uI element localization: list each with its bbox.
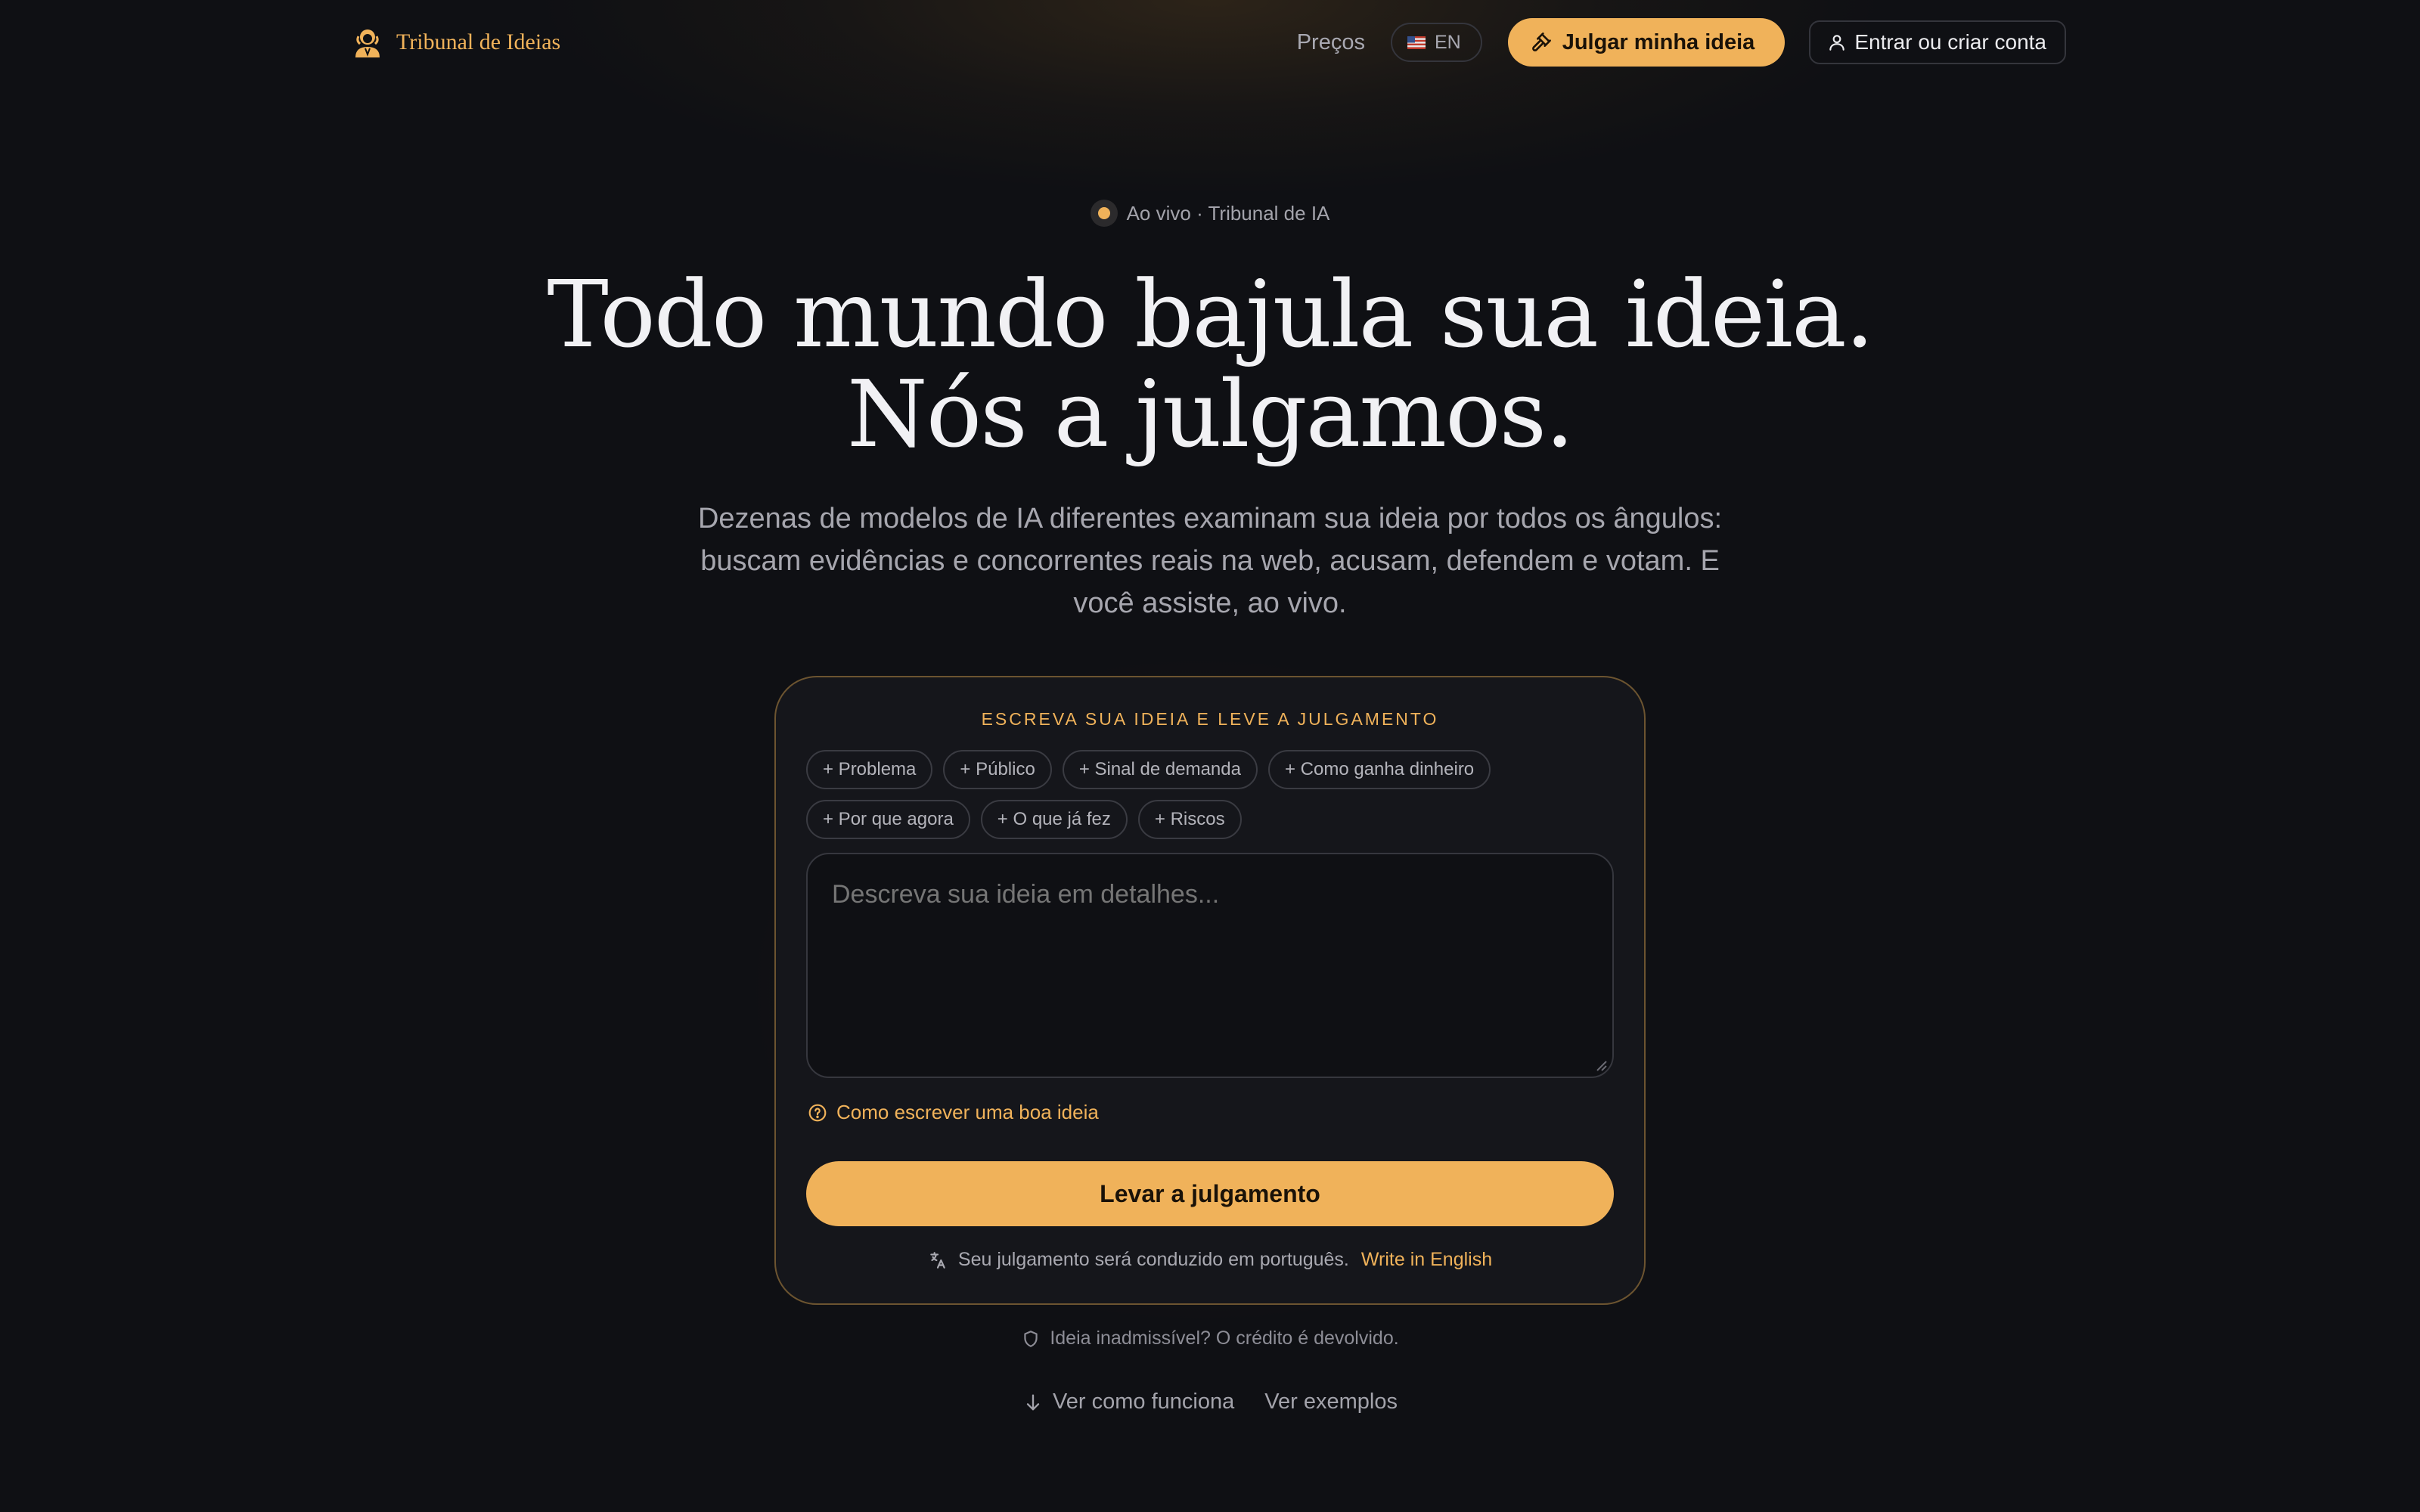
chip-risks[interactable]: + Riscos bbox=[1137, 800, 1242, 839]
form-label: ESCREVA SUA IDEIA E LEVE A JULGAMENTO bbox=[981, 709, 1439, 729]
chip-row-1: + Problema + Público + Sinal de demanda … bbox=[806, 750, 1623, 789]
chip-revenue-model[interactable]: + Como ganha dinheiro bbox=[1267, 750, 1491, 789]
language-label: EN bbox=[1434, 31, 1461, 53]
submit-trial-button[interactable]: Levar a julgamento bbox=[806, 1161, 1614, 1226]
language-toggle[interactable]: EN bbox=[1390, 23, 1482, 62]
headline-line-1: Todo mundo bajula sua ideia. bbox=[547, 261, 1874, 368]
login-label: Entrar ou criar conta bbox=[1854, 30, 2046, 54]
judge-idea-label: Julgar minha ideia bbox=[1562, 29, 1755, 54]
live-badge-label: Ao vivo · Tribunal de IA bbox=[1126, 201, 1330, 225]
judge-avatar-icon bbox=[355, 29, 380, 57]
help-link-label: Como escrever uma boa ideia bbox=[836, 1101, 1099, 1123]
login-button[interactable]: Entrar ou criar conta bbox=[1809, 20, 2066, 64]
chip-why-now[interactable]: + Por que agora bbox=[806, 800, 970, 839]
resize-handle-icon[interactable] bbox=[1591, 1055, 1609, 1074]
language-note: Seu julgamento será conduzido em portugu… bbox=[776, 1249, 1644, 1271]
translate-icon bbox=[930, 1251, 945, 1269]
us-flag-icon bbox=[1407, 36, 1426, 49]
shield-icon bbox=[1024, 1330, 1038, 1347]
how-it-works-link[interactable]: Ver como funciona bbox=[1022, 1390, 1234, 1414]
hero-headline: Todo mundo bajula sua ideia. Nós a julga… bbox=[0, 265, 2420, 464]
brand-logo[interactable]: Tribunal de Ideias bbox=[351, 24, 560, 60]
chip-demand-signal[interactable]: + Sinal de demanda bbox=[1062, 750, 1258, 789]
live-badge: Ao vivo · Tribunal de IA bbox=[0, 200, 2420, 227]
how-it-works-label: Ver como funciona bbox=[1053, 1390, 1235, 1414]
top-nav: Tribunal de Ideias Preços EN Julgar minh… bbox=[0, 0, 2420, 85]
idea-textarea[interactable] bbox=[806, 853, 1614, 1078]
gavel-icon bbox=[1531, 33, 1551, 51]
help-link[interactable]: Como escrever uma boa ideia bbox=[808, 1101, 1099, 1124]
pricing-link[interactable]: Preços bbox=[1297, 30, 1365, 55]
user-icon bbox=[1829, 35, 1845, 51]
headline-line-2: Nós a julgamos. bbox=[847, 361, 1575, 468]
refund-text: Ideia inadmissível? O crédito é devolvid… bbox=[1050, 1328, 1399, 1349]
chip-audience[interactable]: + Público bbox=[943, 750, 1052, 789]
chip-problem[interactable]: + Problema bbox=[806, 750, 933, 789]
brand-name: Tribunal de Ideias bbox=[396, 29, 561, 54]
question-circle-icon bbox=[808, 1104, 827, 1121]
chip-progress[interactable]: + O que já fez bbox=[980, 800, 1128, 839]
live-dot-icon bbox=[1090, 200, 1118, 227]
judge-idea-button[interactable]: Julgar minha ideia bbox=[1507, 18, 1786, 67]
nav-actions: Preços EN Julgar minha ideia Entrar ou c… bbox=[1297, 18, 2066, 67]
arrow-down-icon bbox=[1026, 1394, 1040, 1410]
chip-row-2: + Por que agora + O que já fez + Riscos bbox=[806, 800, 1623, 839]
idea-form-card: ESCREVA SUA IDEIA E LEVE A JULGAMENTO + … bbox=[774, 676, 1646, 1305]
language-note-text: Seu julgamento será conduzido em portugu… bbox=[957, 1249, 1349, 1270]
bottom-links: Ver como funciona Ver exemplos bbox=[0, 1390, 2420, 1414]
refund-note: Ideia inadmissível? O crédito é devolvid… bbox=[0, 1328, 2420, 1349]
examples-link[interactable]: Ver exemplos bbox=[1264, 1390, 1398, 1414]
hero-subtitle: Dezenas de modelos de IA diferentes exam… bbox=[697, 503, 1723, 619]
prompt-chips: + Problema + Público + Sinal de demanda … bbox=[806, 750, 1623, 850]
write-in-english-link[interactable]: Write in English bbox=[1361, 1249, 1492, 1271]
